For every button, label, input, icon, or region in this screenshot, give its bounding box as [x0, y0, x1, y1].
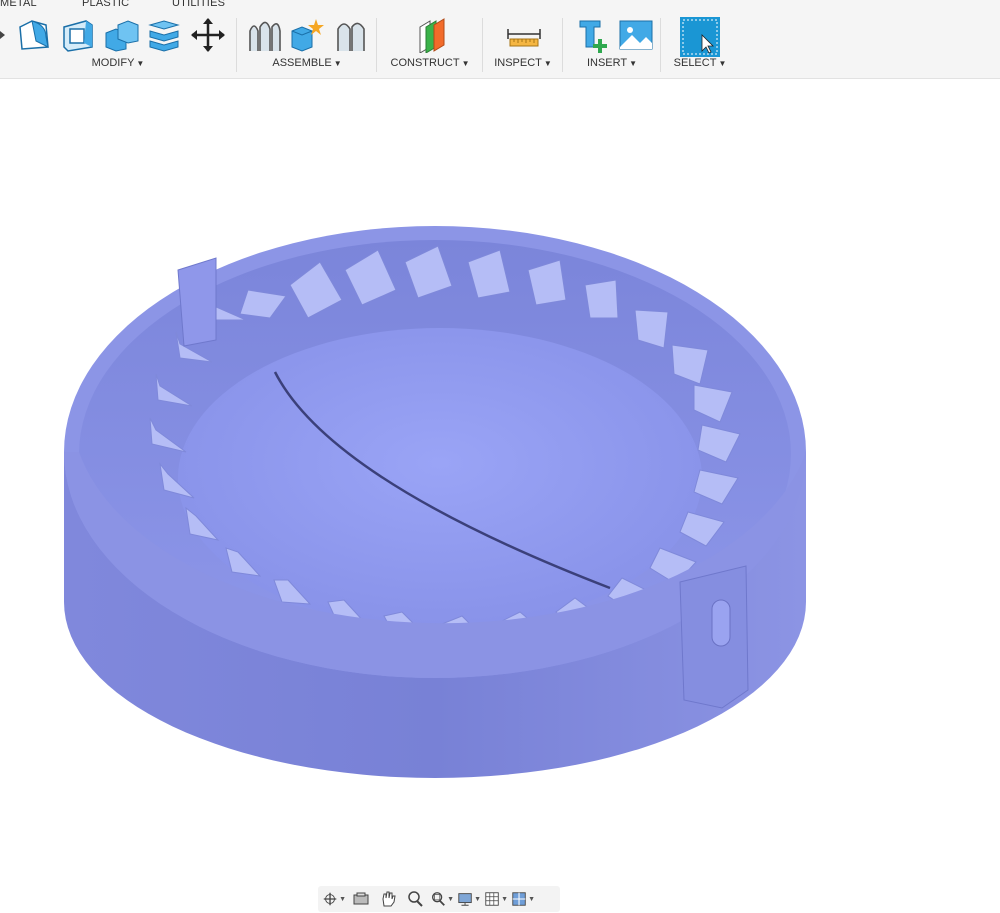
fillet-icon[interactable] — [60, 17, 96, 53]
press-pull-icon[interactable] — [16, 17, 52, 53]
divider — [562, 18, 563, 72]
tab-plastic[interactable]: PLASTIC — [82, 0, 129, 9]
scroll-left-icon[interactable] — [0, 31, 6, 39]
orbit-button[interactable]: ▼ — [322, 888, 346, 910]
tab-metal[interactable]: METAL — [0, 0, 37, 9]
zoom-icon — [408, 891, 423, 907]
look-at-icon — [353, 892, 369, 905]
fit-button[interactable]: ▼ — [430, 888, 454, 910]
viewports-button[interactable]: ▼ — [511, 888, 535, 910]
offset-plane-icon[interactable] — [414, 17, 450, 53]
combine-icon[interactable] — [146, 17, 182, 53]
display-settings-icon — [458, 893, 472, 906]
enclosure-model[interactable] — [64, 226, 806, 778]
shell-icon[interactable] — [104, 17, 140, 53]
divider — [376, 18, 377, 72]
latch-slot — [711, 599, 731, 647]
construct-menu[interactable]: CONSTRUCT ▼ — [378, 57, 482, 69]
look-at-button[interactable] — [349, 888, 373, 910]
inspect-menu[interactable]: INSPECT ▼ — [484, 57, 562, 69]
joint-icon[interactable] — [246, 17, 282, 53]
navigation-bar: ▼ ▼ ▼ ▼ ▼ — [318, 886, 560, 912]
pan-button[interactable] — [376, 888, 400, 910]
divider — [236, 18, 237, 72]
insert-canvas-icon[interactable] — [618, 17, 654, 53]
insert-mcmaster-icon[interactable] — [576, 17, 612, 53]
divider — [660, 18, 661, 72]
insert-menu[interactable]: INSERT ▼ — [564, 57, 660, 69]
orbit-icon — [323, 892, 337, 906]
assemble-group: ASSEMBLE ▼ — [238, 15, 376, 75]
toolbar: METAL PLASTIC UTILITIES MODIFY ▼ ASSEMBL… — [0, 0, 1000, 79]
select-icon[interactable] — [680, 17, 720, 57]
fit-icon — [432, 892, 445, 906]
model-viewport[interactable] — [0, 79, 1000, 913]
latch-tab-left — [177, 257, 217, 347]
measure-icon[interactable] — [506, 17, 542, 53]
modify-menu[interactable]: MODIFY ▼ — [0, 57, 236, 69]
insert-group: INSERT ▼ — [564, 15, 660, 75]
select-group: SELECT ▼ — [662, 15, 738, 75]
tab-utilities[interactable]: UTILITIES — [172, 0, 225, 9]
as-built-joint-icon[interactable] — [332, 17, 368, 53]
display-settings-button[interactable]: ▼ — [457, 888, 481, 910]
viewports-icon — [512, 892, 526, 906]
grid-settings-button[interactable]: ▼ — [484, 888, 508, 910]
construct-group: CONSTRUCT ▼ — [378, 15, 482, 75]
grid-settings-icon — [485, 892, 499, 906]
zoom-button[interactable] — [403, 888, 427, 910]
assemble-menu[interactable]: ASSEMBLE ▼ — [238, 57, 376, 69]
inspect-group: INSPECT ▼ — [484, 15, 562, 75]
pan-icon — [382, 891, 396, 907]
new-component-icon[interactable] — [288, 17, 324, 53]
move-icon[interactable] — [190, 17, 226, 53]
divider — [482, 18, 483, 72]
modify-group: MODIFY ▼ — [0, 15, 236, 75]
select-menu[interactable]: SELECT ▼ — [662, 57, 738, 69]
